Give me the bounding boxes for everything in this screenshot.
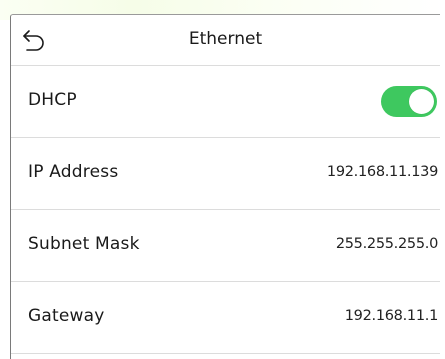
header-bar: Ethernet [11,15,440,66]
dhcp-toggle-knob [409,89,434,114]
setting-row-gateway[interactable]: Gateway 192.168.11.1 [11,282,440,354]
page-title: Ethernet [188,29,263,49]
setting-row-subnet-mask[interactable]: Subnet Mask 255.255.255.0 [11,210,440,282]
dhcp-label: DHCP [28,90,77,110]
gateway-value: 192.168.11.1 [344,308,439,324]
setting-row-dhcp[interactable]: DHCP [11,66,440,138]
ethernet-settings-panel: Ethernet DHCP IP Address 192.168.11.139 … [10,14,440,359]
dhcp-toggle[interactable] [381,86,437,117]
ip-address-value: 192.168.11.139 [326,164,438,180]
setting-row-ip-address[interactable]: IP Address 192.168.11.139 [11,138,440,210]
subnet-mask-label: Subnet Mask [28,234,140,254]
gateway-label: Gateway [28,306,105,326]
subnet-mask-value: 255.255.255.0 [335,236,438,252]
ip-address-label: IP Address [28,162,119,182]
